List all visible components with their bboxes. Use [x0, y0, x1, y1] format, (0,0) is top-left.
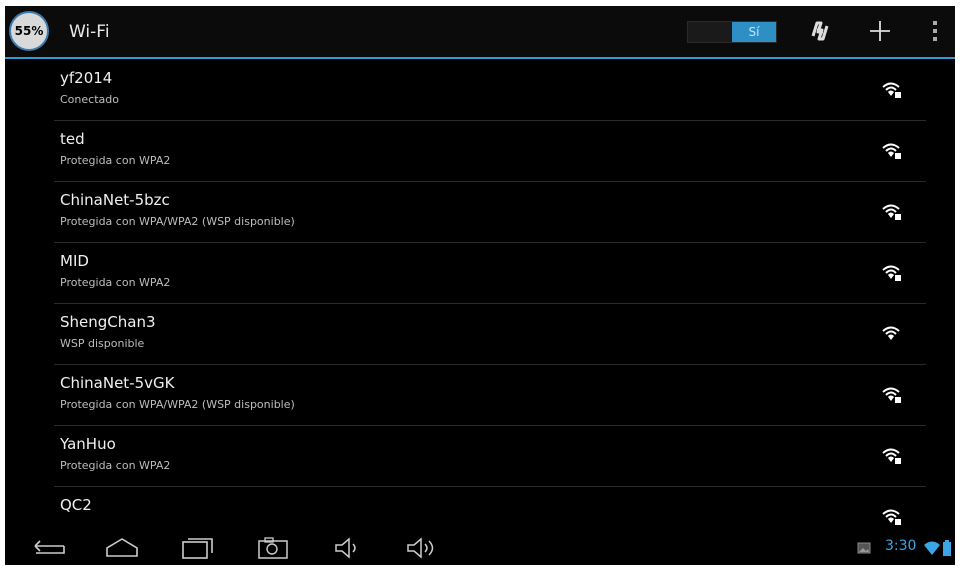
network-status: Protegida con WPA/WPA2 (WSP disponible) — [60, 398, 295, 411]
add-network-icon[interactable] — [865, 16, 895, 46]
wifi-signal-icon — [882, 325, 902, 343]
wifi-signal-locked-icon — [882, 447, 902, 465]
clock: 3:30 — [885, 538, 917, 554]
network-row[interactable]: QC2 — [54, 486, 926, 534]
network-name: ChinaNet-5bzc — [60, 191, 170, 209]
wifi-toggle-label: Sí — [732, 22, 776, 42]
wifi-signal-locked-icon — [882, 142, 902, 160]
network-row[interactable]: ted Protegida con WPA2 — [54, 120, 926, 182]
wifi-signal-locked-icon — [882, 508, 902, 526]
screen-frame-bottom — [0, 565, 960, 569]
network-status: Protegida con WPA2 — [60, 459, 171, 472]
network-row[interactable]: yf2014 Conectado — [54, 59, 926, 121]
battery-status-icon — [943, 539, 951, 557]
network-status: Protegida con WPA/WPA2 (WSP disponible) — [60, 215, 295, 228]
wifi-signal-locked-icon — [882, 264, 902, 282]
wifi-status-icon — [923, 539, 941, 557]
battery-badge: 55% — [9, 11, 49, 51]
page-title: Wi-Fi — [69, 22, 110, 42]
network-row[interactable]: MID Protegida con WPA2 — [54, 242, 926, 304]
screenshot-icon[interactable] — [257, 536, 289, 560]
gallery-notification-icon — [857, 541, 871, 555]
network-name: YanHuo — [60, 435, 116, 453]
network-name: QC2 — [60, 496, 92, 514]
network-row[interactable]: YanHuo Protegida con WPA2 — [54, 425, 926, 487]
network-list: yf2014 Conectado ted Protegida con WPA2 Chin… — [0, 59, 960, 534]
network-status: Protegida con WPA2 — [60, 276, 171, 289]
wifi-signal-locked-icon — [882, 203, 902, 221]
network-row[interactable]: ShengChan3 WSP disponible — [54, 303, 926, 365]
back-icon[interactable] — [30, 536, 66, 560]
wifi-signal-locked-icon — [882, 386, 902, 404]
volume-down-icon[interactable] — [333, 536, 363, 560]
network-status: Protegida con WPA2 — [60, 154, 171, 167]
network-status: WSP disponible — [60, 337, 145, 350]
network-name: yf2014 — [60, 69, 113, 87]
navigation-bar: 3:30 — [5, 532, 955, 565]
network-name: MID — [60, 252, 89, 270]
overflow-menu-icon[interactable] — [927, 16, 943, 46]
wifi-toggle[interactable]: Sí — [687, 21, 777, 43]
home-icon[interactable] — [103, 536, 141, 560]
wps-icon[interactable] — [805, 16, 835, 46]
network-name: ShengChan3 — [60, 313, 156, 331]
network-row[interactable]: ChinaNet-5vGK Protegida con WPA/WPA2 (WSP… — [54, 364, 926, 426]
network-name: ted — [60, 130, 85, 148]
wifi-signal-locked-icon — [882, 81, 902, 99]
recent-apps-icon[interactable] — [180, 536, 216, 560]
action-bar: 55% Wi-Fi Sí — [5, 6, 955, 59]
network-row[interactable]: ChinaNet-5bzc Protegida con WPA/WPA2 (WSP… — [54, 181, 926, 243]
network-name: ChinaNet-5vGK — [60, 374, 175, 392]
network-status: Conectado — [60, 93, 119, 106]
volume-up-icon[interactable] — [405, 536, 441, 560]
